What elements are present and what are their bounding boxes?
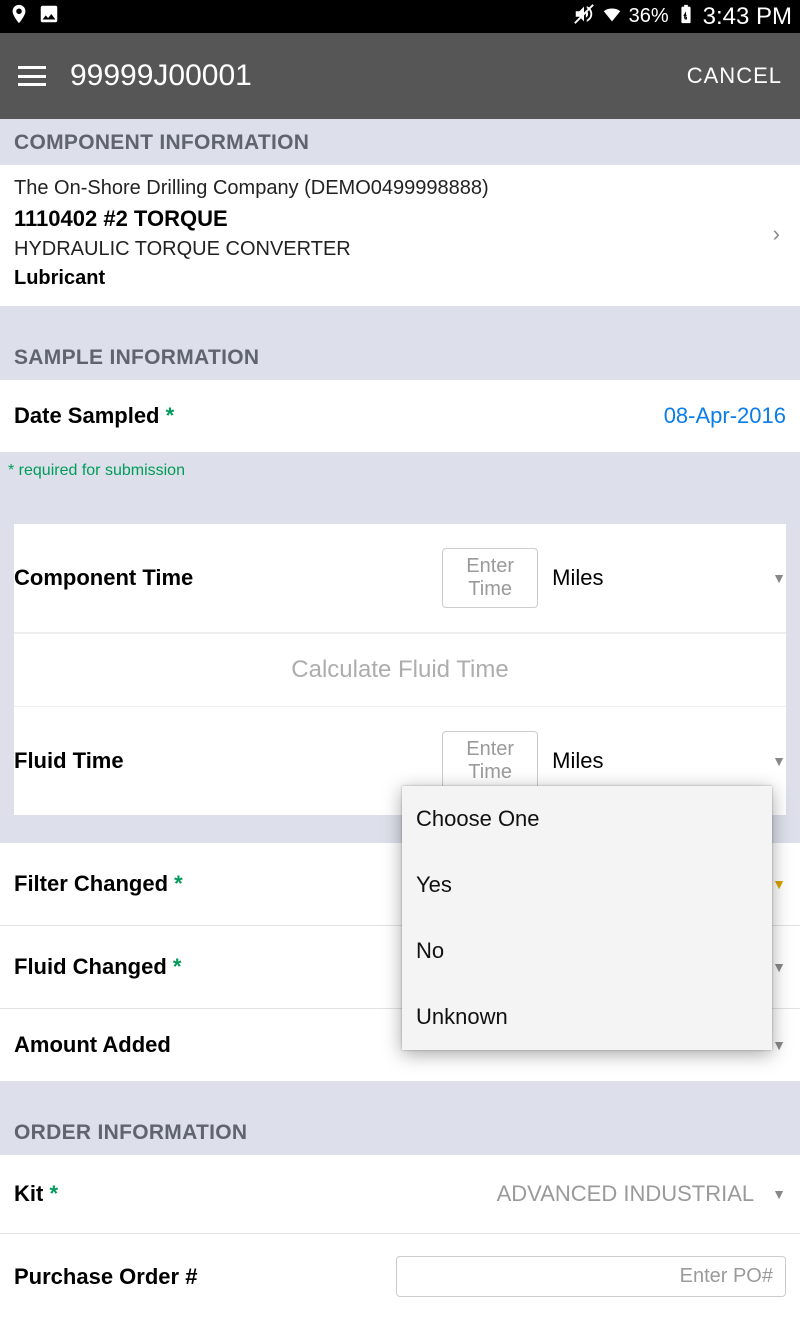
- fluid-time-label: Fluid Time: [14, 748, 124, 774]
- app-bar: 99999J00001 CANCEL: [0, 33, 800, 119]
- required-note: * required for submission: [0, 452, 800, 524]
- date-sampled-label: Date Sampled *: [14, 403, 174, 429]
- section-component-header: COMPONENT INFORMATION: [0, 119, 800, 165]
- caret-down-icon[interactable]: ▼: [772, 959, 786, 975]
- menu-icon[interactable]: [18, 66, 46, 86]
- filter-changed-label: Filter Changed *: [14, 871, 183, 897]
- component-desc: HYDRAULIC TORQUE CONVERTER: [14, 238, 767, 261]
- battery-icon: [675, 3, 697, 31]
- purchase-order-label: Purchase Order #: [14, 1264, 197, 1290]
- purchase-order-row: Purchase Order # Enter PO#: [0, 1234, 800, 1319]
- page-title: 99999J00001: [70, 59, 252, 93]
- caret-down-icon[interactable]: ▼: [772, 1186, 786, 1202]
- kit-row[interactable]: Kit * ADVANCED INDUSTRIAL ▼: [0, 1155, 800, 1234]
- component-card[interactable]: The On-Shore Drilling Company (DEMO04999…: [0, 165, 800, 306]
- section-order-header: ORDER INFORMATION: [0, 1109, 800, 1155]
- image-icon: [38, 3, 60, 31]
- date-sampled-row[interactable]: Date Sampled * 08-Apr-2016: [0, 380, 800, 452]
- component-code: 1110402 #2 TORQUE: [14, 206, 767, 232]
- dropdown-option-unknown[interactable]: Unknown: [402, 984, 772, 1050]
- section-sample-header: SAMPLE INFORMATION: [0, 334, 800, 380]
- caret-down-icon[interactable]: ▼: [772, 876, 786, 892]
- status-right: 36% 3:43 PM: [573, 3, 792, 31]
- wifi-icon: [601, 3, 623, 31]
- dropdown-option-choose[interactable]: Choose One: [402, 786, 772, 852]
- caret-down-icon[interactable]: ▼: [772, 753, 786, 769]
- company-name: The On-Shore Drilling Company (DEMO04999…: [14, 177, 767, 200]
- component-time-input[interactable]: Enter Time: [442, 548, 538, 608]
- dropdown-option-no[interactable]: No: [402, 918, 772, 984]
- clock-text: 3:43 PM: [703, 3, 792, 31]
- chevron-right-icon: ›: [767, 221, 786, 247]
- battery-text: 36%: [629, 5, 669, 28]
- cancel-button[interactable]: CANCEL: [687, 63, 782, 89]
- component-time-label: Component Time: [14, 565, 193, 591]
- status-bar: 36% 3:43 PM: [0, 0, 800, 33]
- component-time-row: Component Time Enter Time Miles ▼: [14, 524, 786, 633]
- kit-label: Kit *: [14, 1181, 58, 1207]
- amount-added-label: Amount Added: [14, 1032, 171, 1058]
- purchase-order-input[interactable]: Enter PO#: [396, 1256, 786, 1297]
- filter-changed-dropdown: Choose One Yes No Unknown: [402, 786, 772, 1050]
- fluid-time-unit[interactable]: Miles: [552, 748, 772, 774]
- kit-value: ADVANCED INDUSTRIAL: [72, 1181, 772, 1207]
- location-icon: [8, 3, 30, 31]
- date-sampled-value: 08-Apr-2016: [664, 403, 786, 429]
- component-time-unit[interactable]: Miles: [552, 565, 772, 591]
- caret-down-icon[interactable]: ▼: [772, 570, 786, 586]
- dropdown-option-yes[interactable]: Yes: [402, 852, 772, 918]
- calculate-fluid-time-button[interactable]: Calculate Fluid Time: [14, 633, 786, 707]
- status-left: [8, 3, 60, 31]
- caret-down-icon[interactable]: ▼: [772, 1037, 786, 1053]
- fluid-changed-label: Fluid Changed *: [14, 954, 181, 980]
- fluid-time-input[interactable]: Enter Time: [442, 731, 538, 791]
- mute-icon: [573, 3, 595, 31]
- component-type: Lubricant: [14, 267, 767, 290]
